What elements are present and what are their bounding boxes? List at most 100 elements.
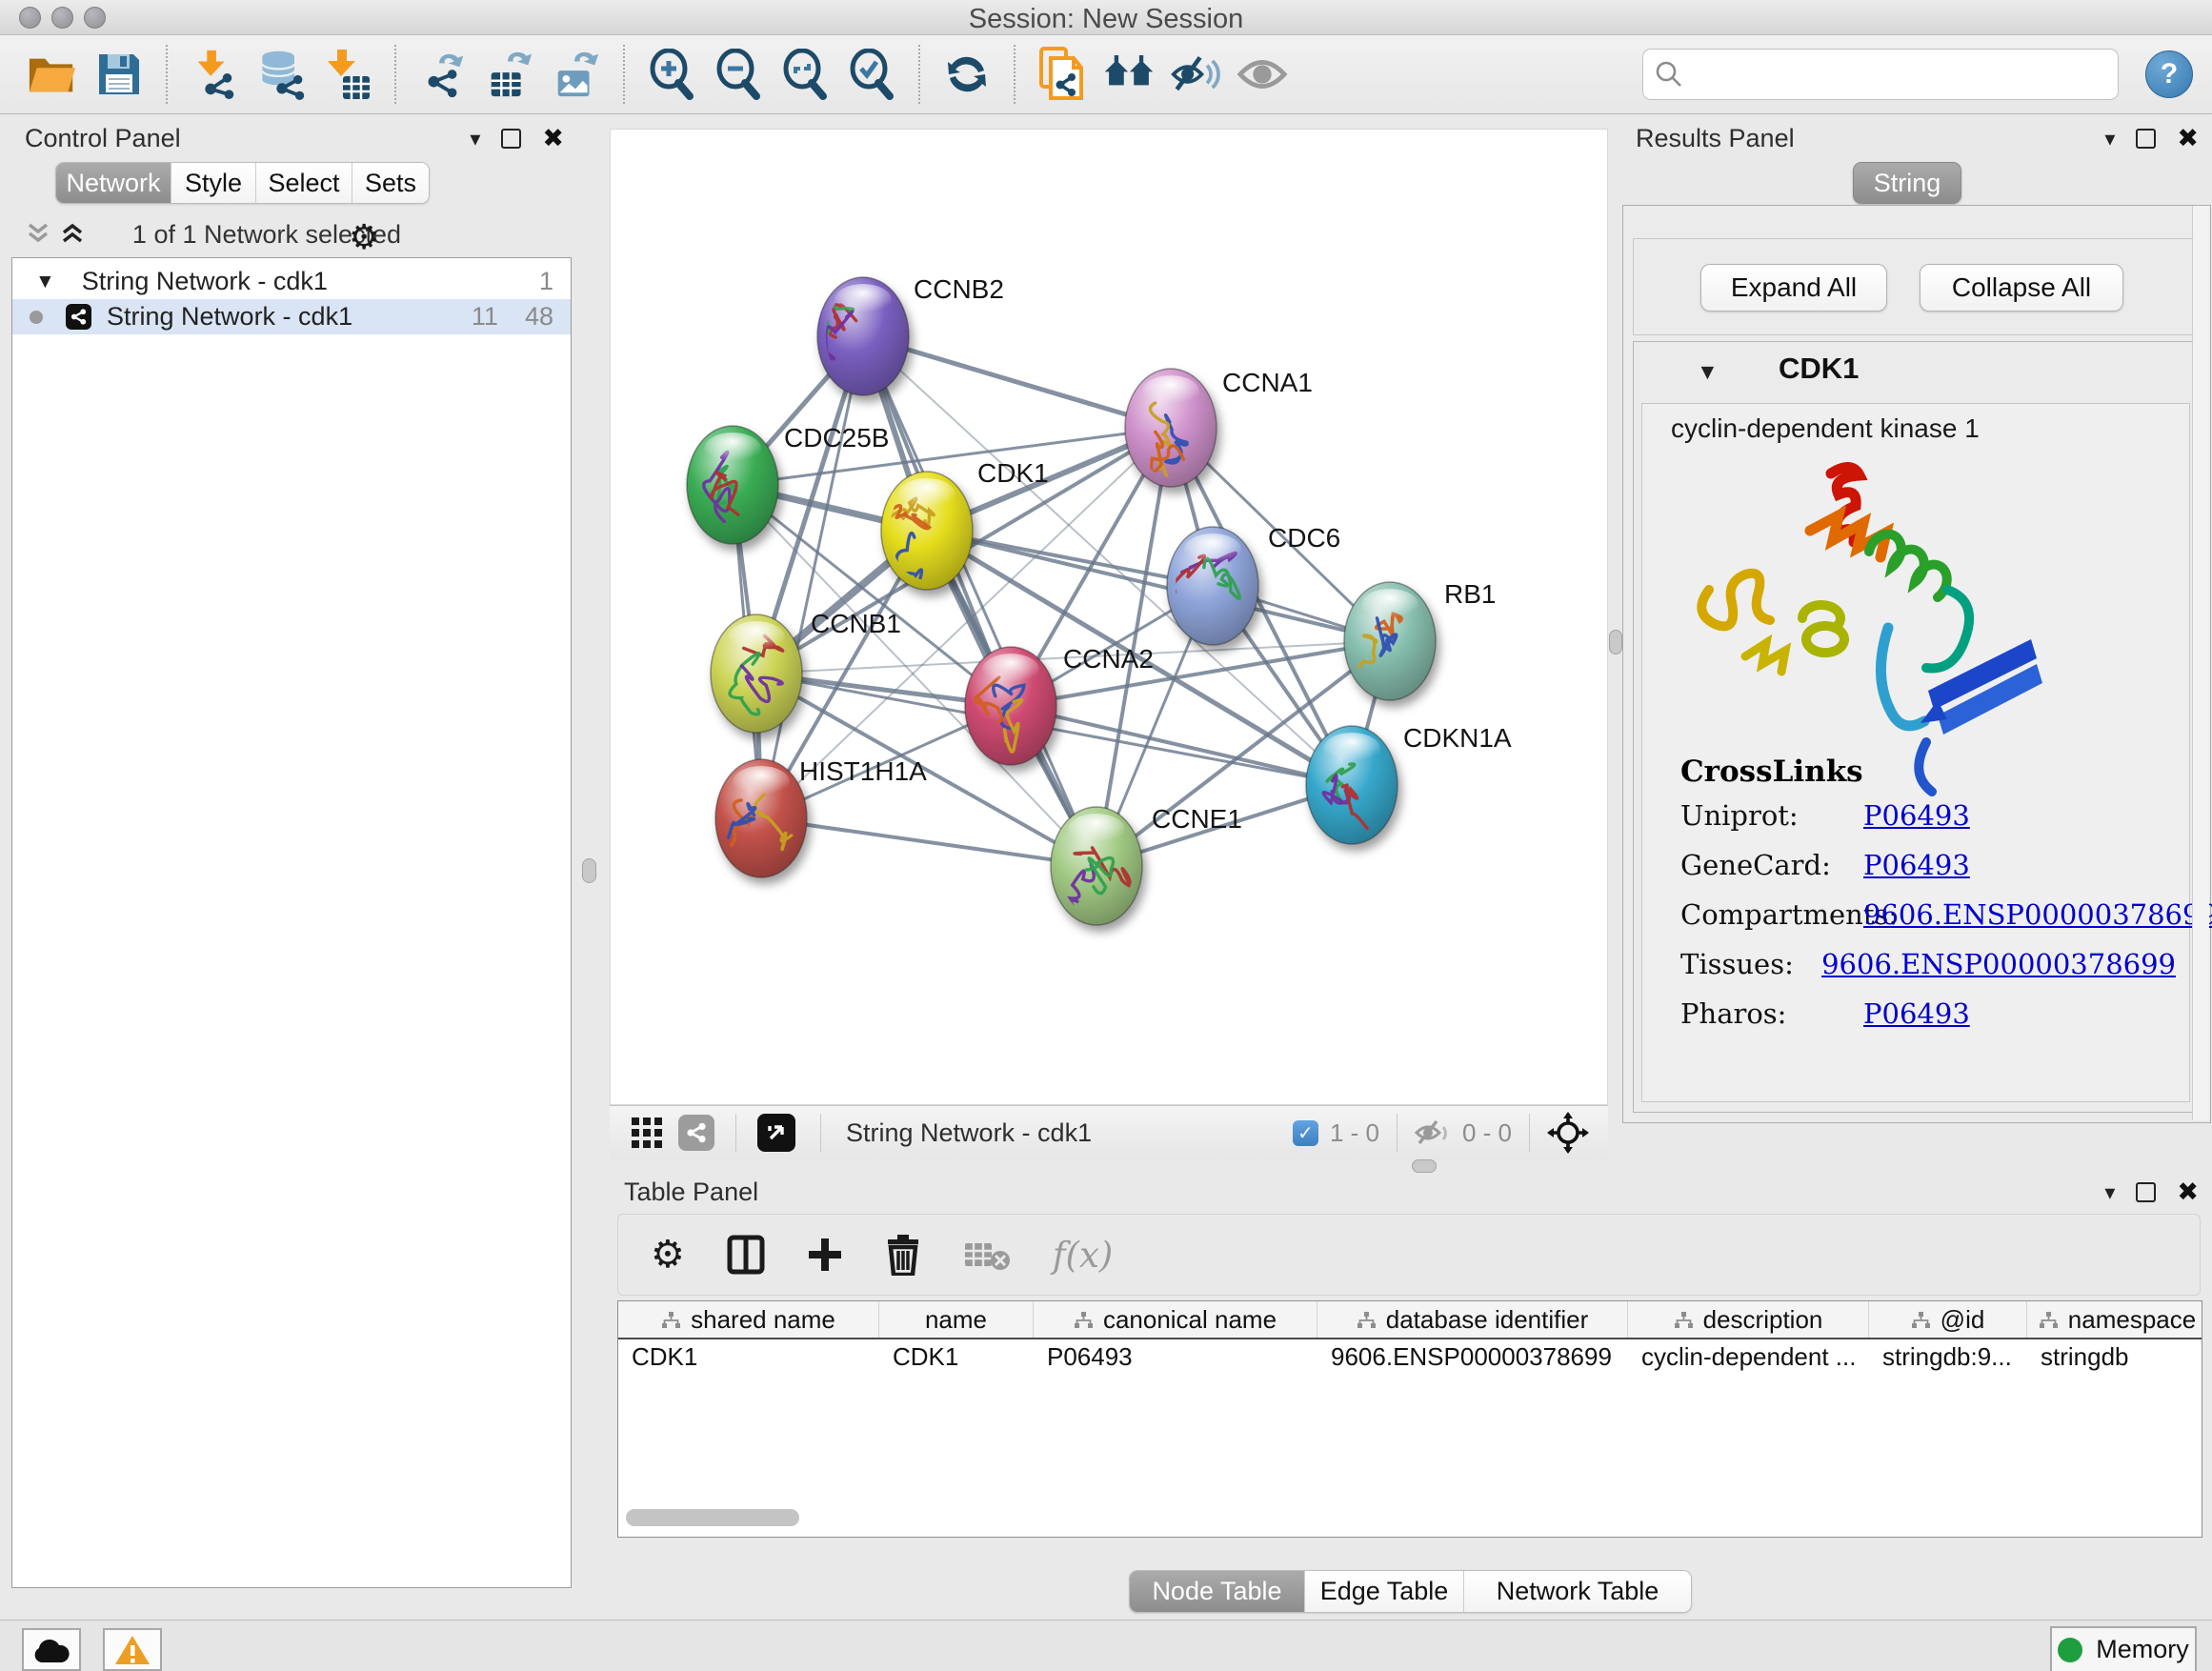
- selected-items-checkbox-icon[interactable]: ✓: [1293, 1120, 1318, 1146]
- search-box[interactable]: [1642, 49, 2119, 100]
- network-edge-CCNB2-CCNE1[interactable]: [863, 336, 1096, 866]
- table-panel-menu-button[interactable]: ▾: [2104, 1180, 2115, 1205]
- network-node-CDC6[interactable]: [1163, 527, 1258, 645]
- vertical-splitter-grip[interactable]: [582, 858, 596, 883]
- column-header-database-identifier[interactable]: database identifier: [1317, 1301, 1628, 1338]
- zoom-in-button[interactable]: [644, 47, 699, 102]
- network-collection-row[interactable]: ▼ String Network - cdk1 1: [12, 264, 571, 299]
- crosslink-link[interactable]: 9606.ENSP00000378699: [1863, 898, 2212, 931]
- crosslink-link[interactable]: P06493: [1863, 799, 1970, 832]
- cloud-status-button[interactable]: [22, 1628, 81, 1671]
- export-network-button[interactable]: [415, 47, 471, 102]
- column-header-canonical-name[interactable]: canonical name: [1034, 1301, 1317, 1338]
- table-settings-gear-icon[interactable]: ⚙: [651, 1233, 685, 1277]
- create-column-plus-icon[interactable]: [807, 1237, 843, 1273]
- crosslink-link[interactable]: P06493: [1863, 997, 1970, 1030]
- open-view-in-window-icon[interactable]: [757, 1114, 795, 1152]
- table-cell[interactable]: CDK1: [618, 1339, 879, 1375]
- network-node-CCNB2[interactable]: [794, 277, 909, 395]
- network-edge-CCNB2-CCNA1[interactable]: [863, 336, 1171, 428]
- table-cell[interactable]: CDK1: [879, 1339, 1034, 1375]
- network-node-CCNE1[interactable]: [1051, 807, 1142, 925]
- memory-status-button[interactable]: Memory: [2050, 1626, 2197, 1671]
- network-canvas[interactable]: CCNB2CCNA1CDC25BCDK1CDC6RB1CCNB1CCNA2CDK…: [610, 129, 1608, 1105]
- import-table-from-file-button[interactable]: [320, 47, 375, 102]
- open-session-button[interactable]: [25, 47, 80, 102]
- tab-network[interactable]: Network: [56, 163, 171, 203]
- table-cell[interactable]: P06493: [1034, 1339, 1317, 1375]
- function-builder-icon[interactable]: f(x): [1053, 1235, 1113, 1276]
- network-node-CDKN1A[interactable]: [1306, 726, 1398, 844]
- tab-select[interactable]: Select: [256, 163, 352, 203]
- show-columns-icon[interactable]: [727, 1235, 765, 1275]
- zoom-selected-button[interactable]: [844, 47, 899, 102]
- tab-sets[interactable]: Sets: [352, 163, 429, 203]
- network-view-toolbar: String Network - cdk1 ✓ 1 - 0 0 - 0: [610, 1105, 1608, 1159]
- tab-edge-table[interactable]: Edge Table: [1305, 1571, 1464, 1612]
- network-edge-CCNA2-CDKN1A[interactable]: [1011, 706, 1352, 785]
- tab-style[interactable]: Style: [171, 163, 256, 203]
- column-header-name[interactable]: name: [879, 1301, 1034, 1338]
- copy-network-button[interactable]: [1035, 47, 1090, 102]
- collapse-all-button[interactable]: Collapse All: [1920, 264, 2123, 312]
- save-session-button[interactable]: [91, 47, 147, 102]
- network-node-CCNB1[interactable]: [711, 614, 802, 733]
- results-scrollbar-track[interactable]: [2192, 206, 2209, 1120]
- horizontal-splitter-grip[interactable]: [1412, 1159, 1437, 1173]
- network-node-HIST1H1A[interactable]: [714, 759, 807, 877]
- delete-table-icon[interactable]: [963, 1238, 1011, 1272]
- control-panel-float-button[interactable]: [501, 129, 521, 149]
- table-cell[interactable]: stringdb: [2027, 1339, 2202, 1375]
- import-network-from-file-button[interactable]: [187, 47, 242, 102]
- control-panel-menu-button[interactable]: ▾: [470, 127, 480, 151]
- column-header-namespace[interactable]: namespace: [2027, 1301, 2202, 1338]
- column-header-description[interactable]: description: [1628, 1301, 1869, 1338]
- refresh-view-button[interactable]: [939, 47, 995, 102]
- crosslink-link[interactable]: P06493: [1863, 849, 1970, 881]
- toolbar-divider: [394, 45, 396, 104]
- birds-eye-grid-icon[interactable]: [631, 1117, 663, 1149]
- warning-status-button[interactable]: [103, 1628, 162, 1671]
- zoom-out-button[interactable]: [711, 47, 766, 102]
- network-node-CDC25B[interactable]: [687, 426, 778, 544]
- table-cell[interactable]: stringdb:9...: [1869, 1339, 2027, 1375]
- network-overview-icon[interactable]: [678, 1115, 714, 1151]
- results-panel-menu-button[interactable]: ▾: [2104, 127, 2115, 151]
- center-view-crosshair-icon[interactable]: [1547, 1112, 1589, 1154]
- results-panel-float-button[interactable]: [2136, 129, 2156, 149]
- network-edge-HIST1H1A-CCNE1[interactable]: [761, 818, 1096, 866]
- export-image-button[interactable]: [549, 47, 604, 102]
- crosslink-link[interactable]: 9606.ENSP00000378699: [1821, 948, 2176, 980]
- column-header-shared-name[interactable]: shared name: [618, 1301, 879, 1338]
- export-table-button[interactable]: [482, 47, 537, 102]
- show-eye-button[interactable]: [1235, 47, 1290, 102]
- network-node-CCNA1[interactable]: [1125, 369, 1217, 489]
- table-panel-close-button[interactable]: ✖: [2177, 1178, 2199, 1207]
- delete-column-trash-icon[interactable]: [885, 1234, 921, 1276]
- section-collapse-triangle-icon[interactable]: ▼: [1697, 359, 1719, 385]
- houses-button[interactable]: [1101, 47, 1156, 102]
- expand-all-button[interactable]: Expand All: [1700, 264, 1887, 312]
- results-panel-close-button[interactable]: ✖: [2177, 124, 2199, 153]
- table-cell[interactable]: 9606.ENSP00000378699: [1317, 1339, 1628, 1375]
- tab-network-table[interactable]: Network Table: [1464, 1571, 1691, 1612]
- table-horizontal-scrollbar[interactable]: [626, 1509, 799, 1526]
- zoom-fit-content-button[interactable]: [777, 47, 833, 102]
- tab-node-table[interactable]: Node Table: [1130, 1571, 1305, 1612]
- table-cell[interactable]: cyclin-dependent ...: [1628, 1339, 1869, 1375]
- search-input[interactable]: [1693, 59, 2106, 91]
- network-row-selected[interactable]: String Network - cdk1 11 48: [12, 299, 571, 334]
- tree-expand-triangle-icon[interactable]: ▼: [35, 271, 55, 293]
- network-options-gear-icon[interactable]: ⚙: [349, 217, 379, 257]
- eye-gray-icon: [1237, 53, 1288, 95]
- help-button[interactable]: ?: [2145, 50, 2193, 98]
- control-panel-close-button[interactable]: ✖: [542, 124, 564, 153]
- tab-string[interactable]: String: [1853, 162, 1961, 204]
- table-panel-float-button[interactable]: [2136, 1182, 2156, 1202]
- hidden-items-eye-icon[interactable]: [1415, 1118, 1451, 1147]
- network-node-CCNA2[interactable]: [965, 647, 1056, 765]
- hide-selected-button[interactable]: [1168, 47, 1223, 102]
- import-network-from-database-button[interactable]: [253, 47, 309, 102]
- network-node-RB1[interactable]: [1344, 582, 1436, 700]
- column-header--id[interactable]: @id: [1869, 1301, 2027, 1338]
